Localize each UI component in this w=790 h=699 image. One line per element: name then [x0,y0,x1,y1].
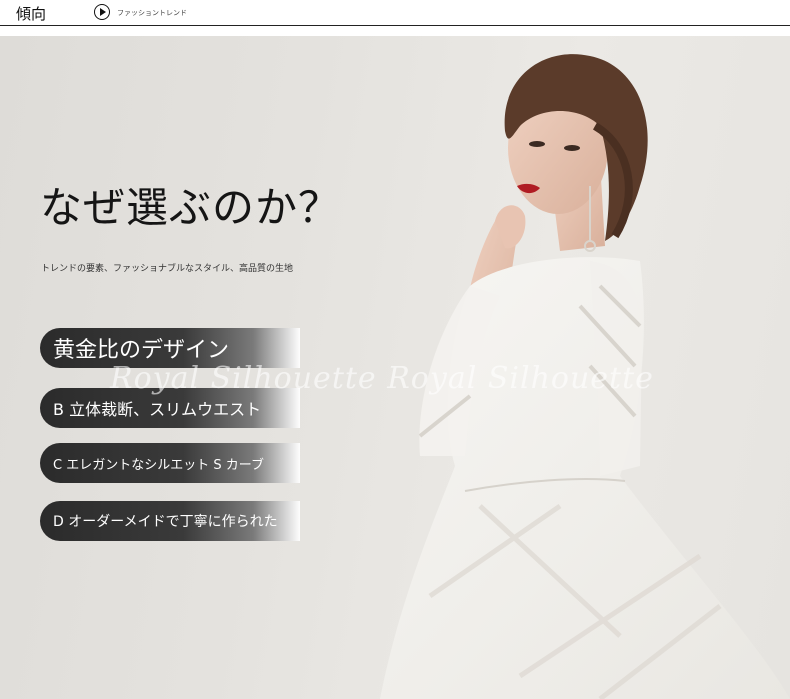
headline: なぜ選ぶのか？ [40,183,342,232]
feature-pill-c: C エレガントなシルエット S カーブ [40,443,300,483]
section-subtitle: ファッショントレンド [117,9,187,17]
top-bar: 傾向 ファッショントレンド [0,0,790,26]
brand-watermark: Royal Silhouette Royal Silhouette [110,361,654,396]
sub-headline: トレンドの要素、ファッショナブルなスタイル、高品質の生地 [41,264,294,274]
hero-banner: なぜ選ぶのか？ トレンドの要素、ファッショナブルなスタイル、高品質の生地 黄金比… [0,36,790,699]
feature-pill-d: D オーダーメイドで丁寧に作られた [40,501,300,541]
section-title: 傾向 [16,5,47,23]
play-circle-icon[interactable] [94,4,110,20]
